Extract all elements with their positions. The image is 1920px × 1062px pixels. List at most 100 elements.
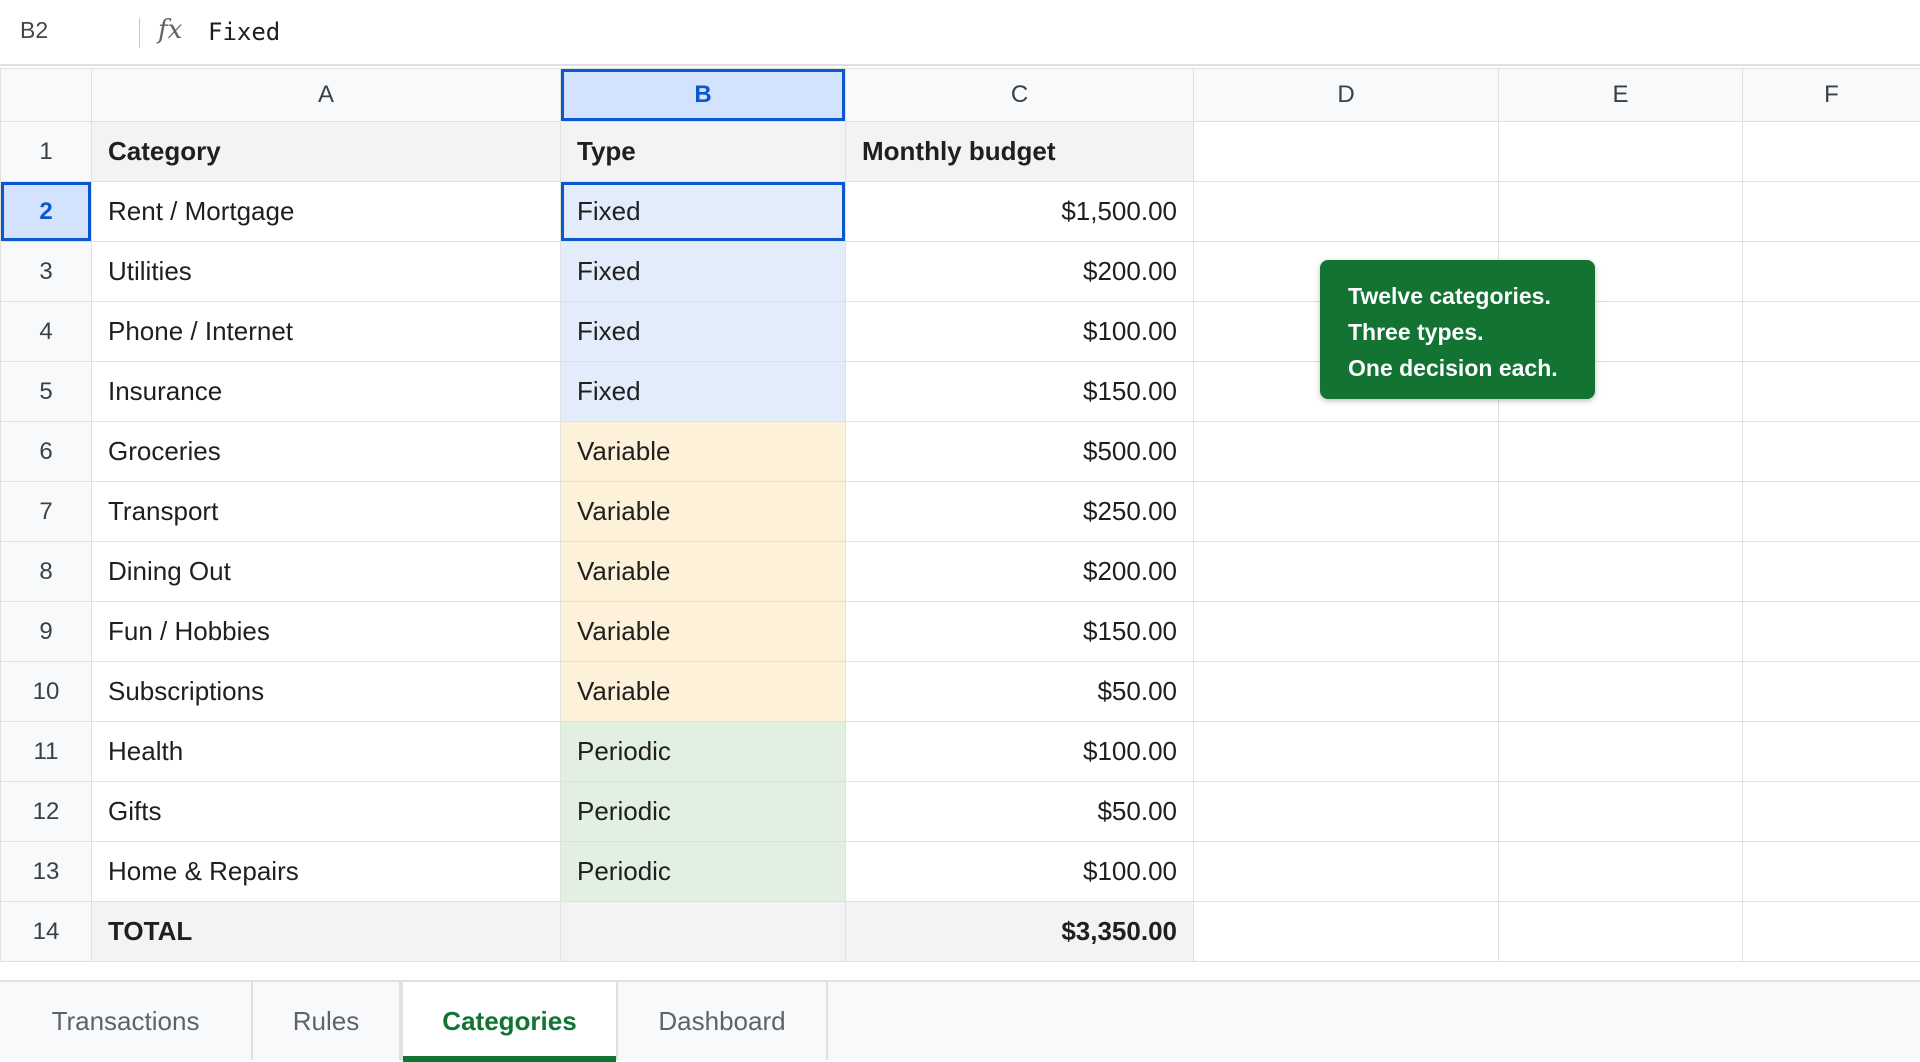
cell-empty[interactable] [1499, 842, 1743, 902]
cell-empty[interactable] [1743, 842, 1920, 902]
column-header-a[interactable]: A [92, 69, 561, 122]
budget-cell[interactable]: $150.00 [846, 602, 1194, 662]
select-all-corner[interactable] [1, 69, 92, 122]
cell-empty[interactable] [1194, 542, 1499, 602]
category-cell[interactable]: Subscriptions [92, 662, 561, 722]
note-callout[interactable]: Twelve categories. Three types. One deci… [1320, 260, 1595, 399]
budget-cell[interactable]: $1,500.00 [846, 182, 1194, 242]
cell-empty[interactable] [1743, 182, 1920, 242]
budget-cell[interactable]: $100.00 [846, 302, 1194, 362]
cell-empty[interactable] [1743, 362, 1920, 422]
cell-empty[interactable] [1743, 542, 1920, 602]
total-budget-cell[interactable]: $3,350.00 [846, 902, 1194, 962]
cell-empty[interactable] [1743, 902, 1920, 962]
row-header[interactable]: 11 [1, 722, 92, 782]
total-type-cell[interactable] [561, 902, 846, 962]
type-cell-active[interactable]: Fixed [561, 182, 846, 242]
cell-empty[interactable] [1499, 482, 1743, 542]
cell-empty[interactable] [1743, 722, 1920, 782]
column-header-e[interactable]: E [1499, 69, 1743, 122]
cell-empty[interactable] [1743, 482, 1920, 542]
budget-cell[interactable]: $500.00 [846, 422, 1194, 482]
cell-empty[interactable] [1499, 602, 1743, 662]
category-cell[interactable]: Home & Repairs [92, 842, 561, 902]
cell-empty[interactable] [1499, 782, 1743, 842]
row-header[interactable]: 13 [1, 842, 92, 902]
budget-cell[interactable]: $50.00 [846, 662, 1194, 722]
cell-empty[interactable] [1743, 602, 1920, 662]
cell-empty[interactable] [1499, 722, 1743, 782]
type-cell[interactable]: Variable [561, 542, 846, 602]
column-header-c[interactable]: C [846, 69, 1194, 122]
column-header-d[interactable]: D [1194, 69, 1499, 122]
cell-empty[interactable] [1499, 662, 1743, 722]
type-cell[interactable]: Fixed [561, 362, 846, 422]
type-cell[interactable]: Fixed [561, 302, 846, 362]
budget-cell[interactable]: $200.00 [846, 542, 1194, 602]
type-cell[interactable]: Variable [561, 482, 846, 542]
budget-cell[interactable]: $150.00 [846, 362, 1194, 422]
type-cell[interactable]: Variable [561, 662, 846, 722]
category-cell[interactable]: Gifts [92, 782, 561, 842]
cell-empty[interactable] [1194, 482, 1499, 542]
row-header[interactable]: 4 [1, 302, 92, 362]
row-header[interactable]: 3 [1, 242, 92, 302]
category-cell[interactable]: Insurance [92, 362, 561, 422]
name-box[interactable]: B2 [20, 17, 48, 44]
type-cell[interactable]: Periodic [561, 722, 846, 782]
cell-empty[interactable] [1194, 902, 1499, 962]
category-cell[interactable]: Health [92, 722, 561, 782]
tab-transactions[interactable]: Transactions [0, 982, 253, 1060]
category-cell[interactable]: Transport [92, 482, 561, 542]
budget-cell[interactable]: $100.00 [846, 722, 1194, 782]
cell-empty[interactable] [1743, 122, 1920, 182]
column-header-f[interactable]: F [1743, 69, 1920, 122]
tab-categories[interactable]: Categories [401, 982, 618, 1060]
cell-a1[interactable]: Category [92, 122, 561, 182]
cell-empty[interactable] [1194, 422, 1499, 482]
row-header[interactable]: 2 [1, 182, 92, 242]
cell-empty[interactable] [1194, 602, 1499, 662]
row-header[interactable]: 14 [1, 902, 92, 962]
budget-cell[interactable]: $200.00 [846, 242, 1194, 302]
row-header[interactable]: 8 [1, 542, 92, 602]
cell-empty[interactable] [1743, 302, 1920, 362]
category-cell[interactable]: Rent / Mortgage [92, 182, 561, 242]
category-cell[interactable]: Utilities [92, 242, 561, 302]
tab-dashboard[interactable]: Dashboard [618, 982, 828, 1060]
category-cell[interactable]: Dining Out [92, 542, 561, 602]
row-header[interactable]: 7 [1, 482, 92, 542]
budget-cell[interactable]: $50.00 [846, 782, 1194, 842]
tab-rules[interactable]: Rules [253, 982, 401, 1060]
cell-empty[interactable] [1194, 722, 1499, 782]
cell-empty[interactable] [1743, 662, 1920, 722]
type-cell[interactable]: Variable [561, 422, 846, 482]
row-header[interactable]: 12 [1, 782, 92, 842]
cell-empty[interactable] [1743, 422, 1920, 482]
cell-empty[interactable] [1499, 182, 1743, 242]
cell-empty[interactable] [1743, 782, 1920, 842]
category-cell[interactable]: Phone / Internet [92, 302, 561, 362]
cell-empty[interactable] [1194, 122, 1499, 182]
category-cell[interactable]: Groceries [92, 422, 561, 482]
row-header[interactable]: 10 [1, 662, 92, 722]
cell-empty[interactable] [1743, 242, 1920, 302]
total-label-cell[interactable]: TOTAL [92, 902, 561, 962]
category-cell[interactable]: Fun / Hobbies [92, 602, 561, 662]
type-cell[interactable]: Variable [561, 602, 846, 662]
type-cell[interactable]: Periodic [561, 782, 846, 842]
cell-empty[interactable] [1499, 542, 1743, 602]
formula-input[interactable]: Fixed [208, 18, 280, 46]
row-header[interactable]: 6 [1, 422, 92, 482]
cell-empty[interactable] [1499, 122, 1743, 182]
row-header[interactable]: 1 [1, 122, 92, 182]
cell-b1[interactable]: Type [561, 122, 846, 182]
column-header-b[interactable]: B [561, 69, 846, 122]
row-header[interactable]: 5 [1, 362, 92, 422]
budget-cell[interactable]: $250.00 [846, 482, 1194, 542]
budget-cell[interactable]: $100.00 [846, 842, 1194, 902]
cell-empty[interactable] [1194, 782, 1499, 842]
row-header[interactable]: 9 [1, 602, 92, 662]
cell-c1[interactable]: Monthly budget [846, 122, 1194, 182]
cell-empty[interactable] [1194, 662, 1499, 722]
